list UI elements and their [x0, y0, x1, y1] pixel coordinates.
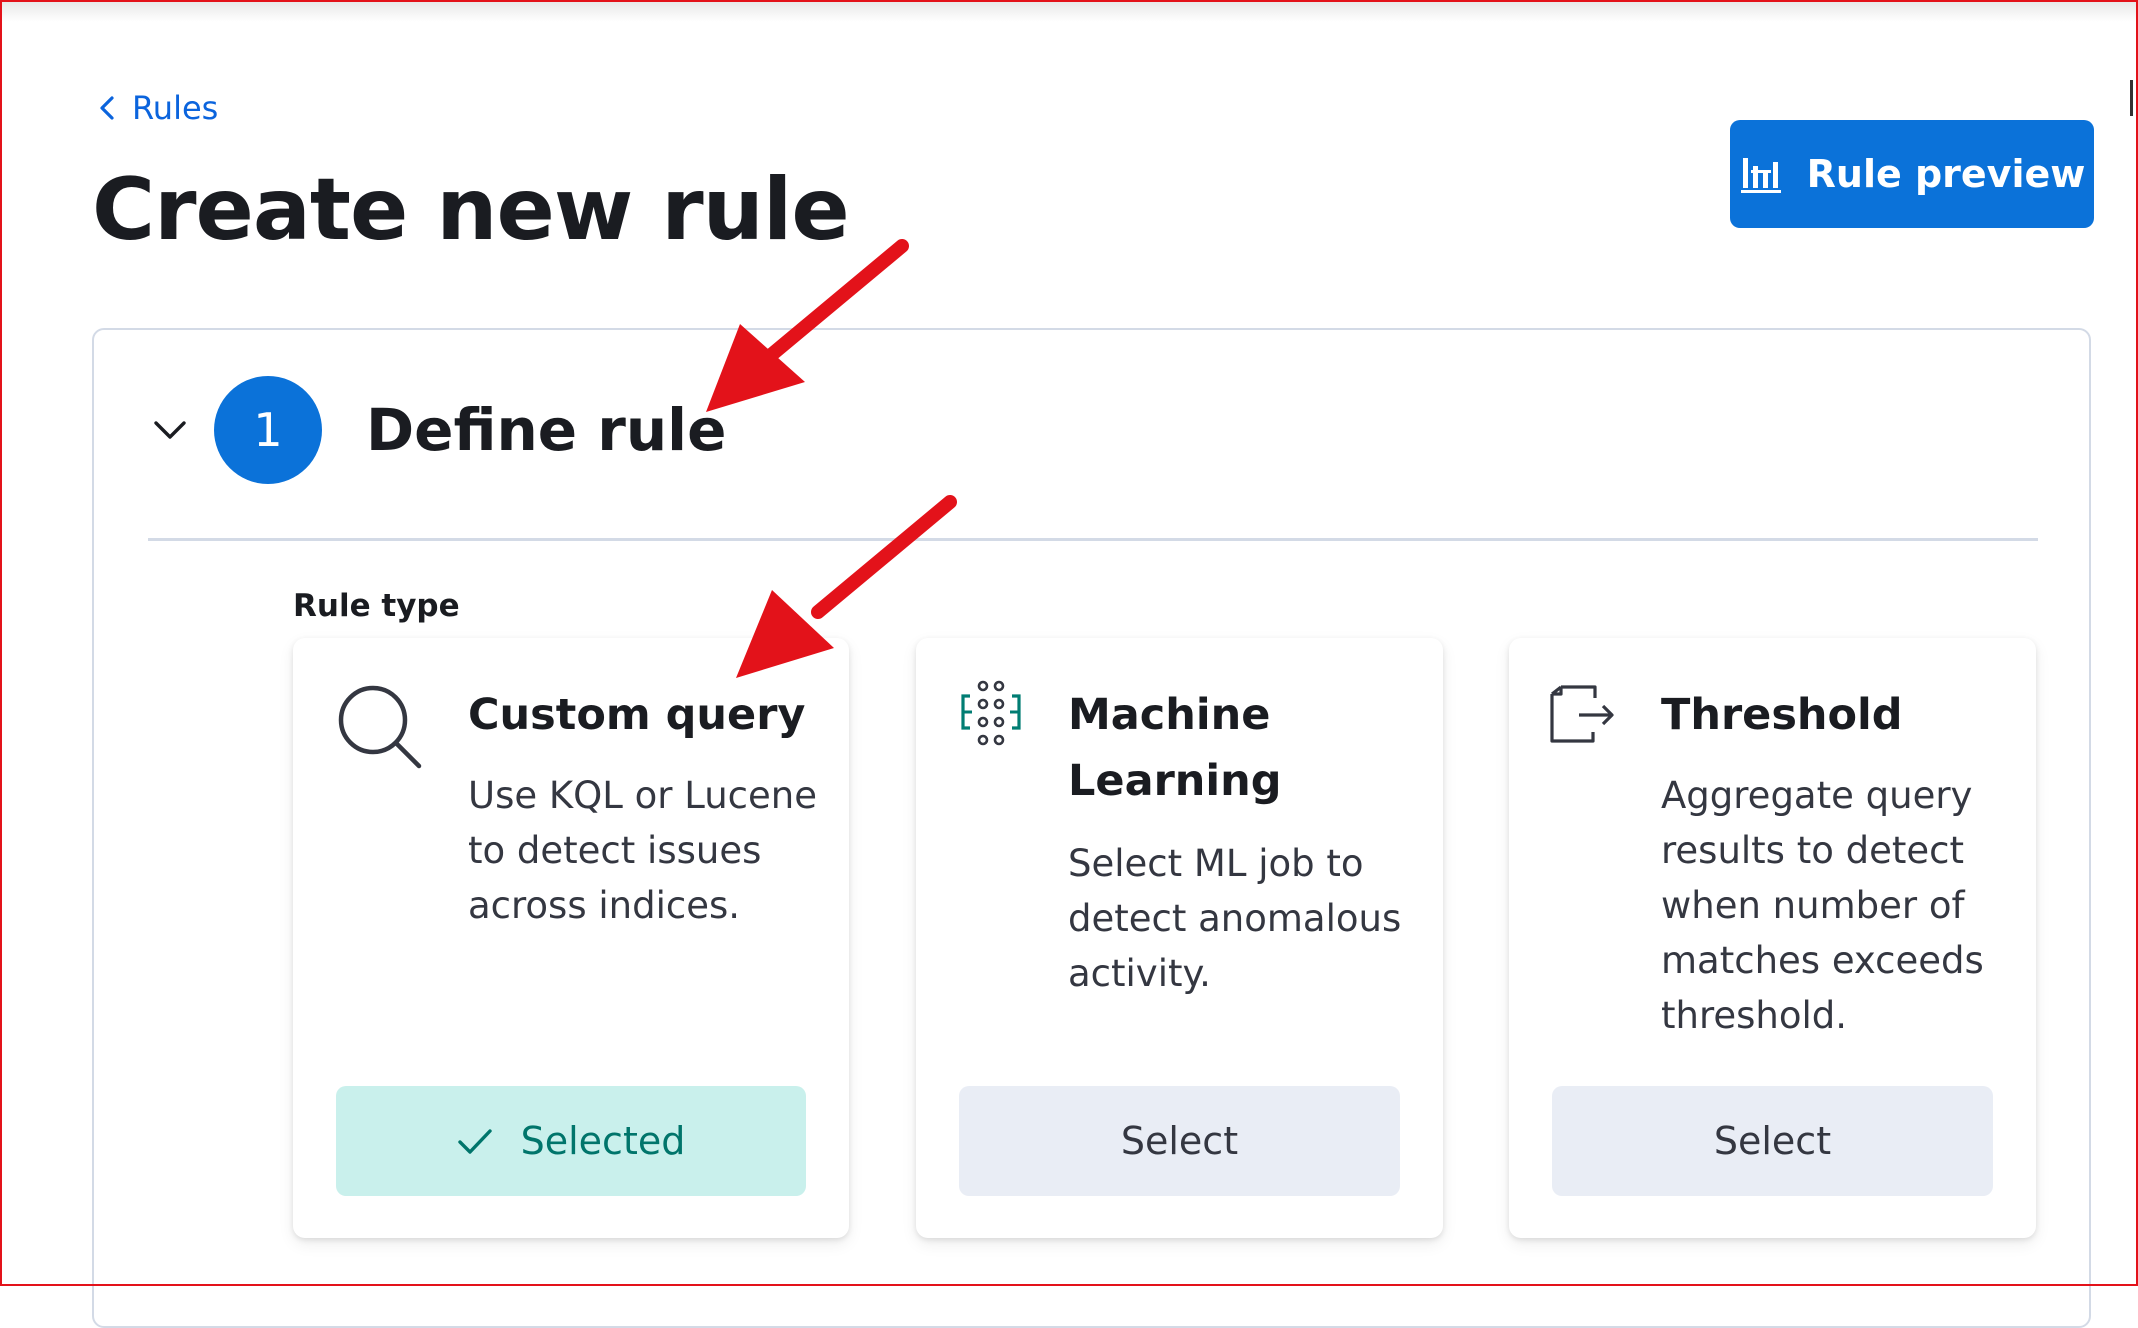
rule-preview-label: Rule preview [1806, 152, 2086, 196]
breadcrumb-label: Rules [132, 89, 219, 127]
selected-button-label: Selected [520, 1119, 686, 1163]
chevron-down-icon[interactable] [150, 410, 190, 450]
card-title: Threshold [1661, 690, 1903, 740]
card-title: Custom query [468, 690, 806, 740]
text-cursor [2130, 80, 2133, 116]
rule-preview-button[interactable]: Rule preview [1730, 120, 2094, 228]
select-button-label: Select [1713, 1119, 1832, 1163]
rule-type-card-machine-learning[interactable]: Machine Learning Select ML job to detect… [916, 638, 1443, 1238]
machine-learning-icon [961, 680, 1021, 746]
rule-type-label: Rule type [293, 588, 460, 624]
threshold-icon [1550, 685, 1614, 743]
chevron-left-icon [100, 96, 114, 120]
card-description: Select ML job to detect anomalous activi… [1068, 842, 1402, 995]
card-title: Machine Learning [1068, 690, 1282, 806]
select-button[interactable]: Select [1552, 1086, 1993, 1196]
magnifier-icon [338, 685, 422, 769]
step-title[interactable]: Define rule [366, 392, 726, 468]
rule-type-card-threshold[interactable]: Threshold Aggregate query results to det… [1509, 638, 2036, 1238]
breadcrumb-rules-link[interactable]: Rules [96, 88, 218, 128]
top-edge-shadow [0, 0, 2138, 22]
page-title: Create new rule [92, 160, 850, 260]
rule-type-card-custom-query[interactable]: Custom query Use KQL or Lucene to detect… [293, 638, 849, 1238]
selected-button[interactable]: Selected [336, 1086, 806, 1196]
card-description: Use KQL or Lucene to detect issues acros… [468, 774, 817, 927]
divider [148, 538, 2038, 541]
card-description: Aggregate query results to detect when n… [1661, 774, 1984, 1037]
select-button[interactable]: Select [959, 1086, 1400, 1196]
step-number-badge: 1 [214, 376, 322, 484]
chart-bars-icon [1740, 158, 1781, 193]
check-icon [457, 1129, 492, 1154]
select-button-label: Select [1120, 1119, 1239, 1163]
